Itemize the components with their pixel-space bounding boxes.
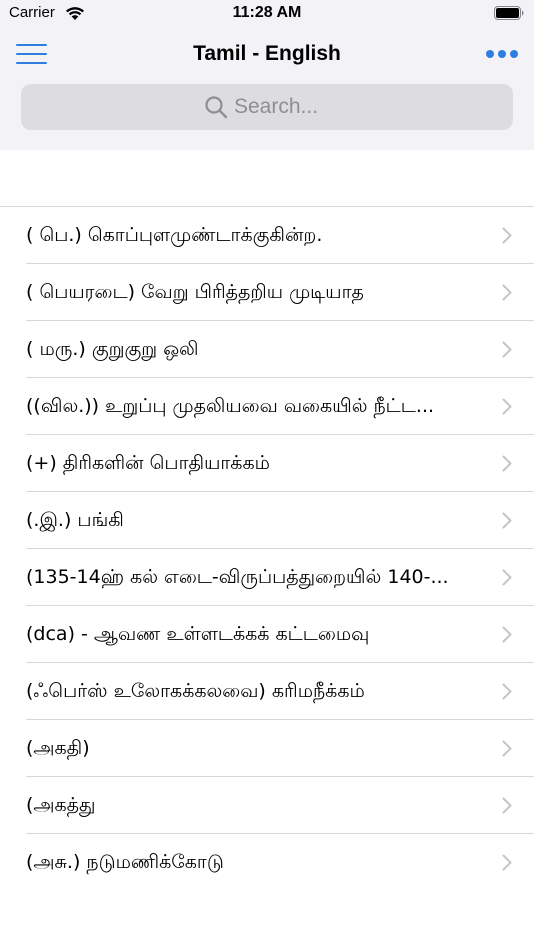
- search-bar[interactable]: [21, 84, 513, 130]
- chevron-right-icon: [502, 455, 512, 472]
- status-bar: Carrier 11:28 AM: [0, 0, 534, 28]
- list-item-label: (அகத்து: [26, 794, 96, 816]
- chevron-right-icon: [502, 683, 512, 700]
- list-item[interactable]: (அசு.) நடுமணிக்கோடு: [0, 834, 534, 891]
- list-item[interactable]: ((வில.)) உறுப்பு முதலியவை வகையில் நீட்ட.…: [0, 378, 534, 435]
- search-input[interactable]: [234, 95, 330, 119]
- chevron-right-icon: [502, 740, 512, 757]
- list-item-label: (அசு.) நடுமணிக்கோடு: [26, 851, 224, 873]
- list-item-label: ( பெ.) கொப்புளமுண்டாக்குகின்ற.: [26, 224, 323, 246]
- status-time: 11:28 AM: [232, 4, 302, 21]
- list-item[interactable]: ( பெயரடை) வேறு பிரித்தறிய முடியாத: [0, 264, 534, 321]
- chevron-right-icon: [502, 398, 512, 415]
- list-item[interactable]: (ஃபெர்ஸ் உலோகக்கலவை) கரிமநீக்கம்: [0, 663, 534, 720]
- list-item[interactable]: (அகத்து: [0, 777, 534, 834]
- chevron-right-icon: [502, 341, 512, 358]
- list-item-label: ( பெயரடை) வேறு பிரித்தறிய முடியாத: [26, 281, 364, 303]
- list-item-label: (ஃபெர்ஸ் உலோகக்கலவை) கரிமநீக்கம்: [26, 680, 365, 702]
- chevron-right-icon: [502, 284, 512, 301]
- list-item-label: (dca) - ஆவண உள்ளடக்கக் கட்டமைவு: [26, 623, 370, 645]
- list-item-label: (.இ.) பங்கி: [26, 509, 124, 531]
- chevron-right-icon: [502, 854, 512, 871]
- list-item[interactable]: (+) திரிகளின் பொதியாக்கம்: [0, 435, 534, 492]
- list-item[interactable]: ( மரு.) குறுகுறு ஒலி: [0, 321, 534, 378]
- chevron-right-icon: [502, 512, 512, 529]
- list-item-label: (அகதி): [26, 737, 90, 759]
- header-panel: [5, 150, 528, 206]
- chevron-right-icon: [502, 626, 512, 643]
- list-item-label: ( மரு.) குறுகுறு ஒலி: [26, 338, 199, 360]
- list-item[interactable]: (dca) - ஆவண உள்ளடக்கக் கட்டமைவு: [0, 606, 534, 663]
- search-icon: [205, 96, 228, 119]
- battery-icon: [494, 6, 524, 20]
- list-item[interactable]: (.இ.) பங்கி: [0, 492, 534, 549]
- list-item-label: (+) திரிகளின் பொதியாக்கம்: [26, 452, 270, 474]
- entry-list: ( பெ.) கொப்புளமுண்டாக்குகின்ற. ( பெயரடை)…: [0, 206, 534, 891]
- chevron-right-icon: [502, 797, 512, 814]
- list-item[interactable]: ( பெ.) கொப்புளமுண்டாக்குகின்ற.: [0, 207, 534, 264]
- page-title: Tamil - English: [193, 42, 341, 65]
- list-item[interactable]: (135-14ஹ் கல் எடை-விருப்பத்துறையில் 140-…: [0, 549, 534, 606]
- list-item-label: (135-14ஹ் கல் எடை-விருப்பத்துறையில் 140-…: [26, 566, 449, 588]
- chevron-right-icon: [502, 227, 512, 244]
- list-item[interactable]: (அகதி): [0, 720, 534, 777]
- navigation-bar: Tamil - English: [0, 28, 534, 150]
- chevron-right-icon: [502, 569, 512, 586]
- list-item-label: ((வில.)) உறுப்பு முதலியவை வகையில் நீட்ட.…: [26, 395, 435, 417]
- ellipsis-more-icon[interactable]: [486, 48, 518, 60]
